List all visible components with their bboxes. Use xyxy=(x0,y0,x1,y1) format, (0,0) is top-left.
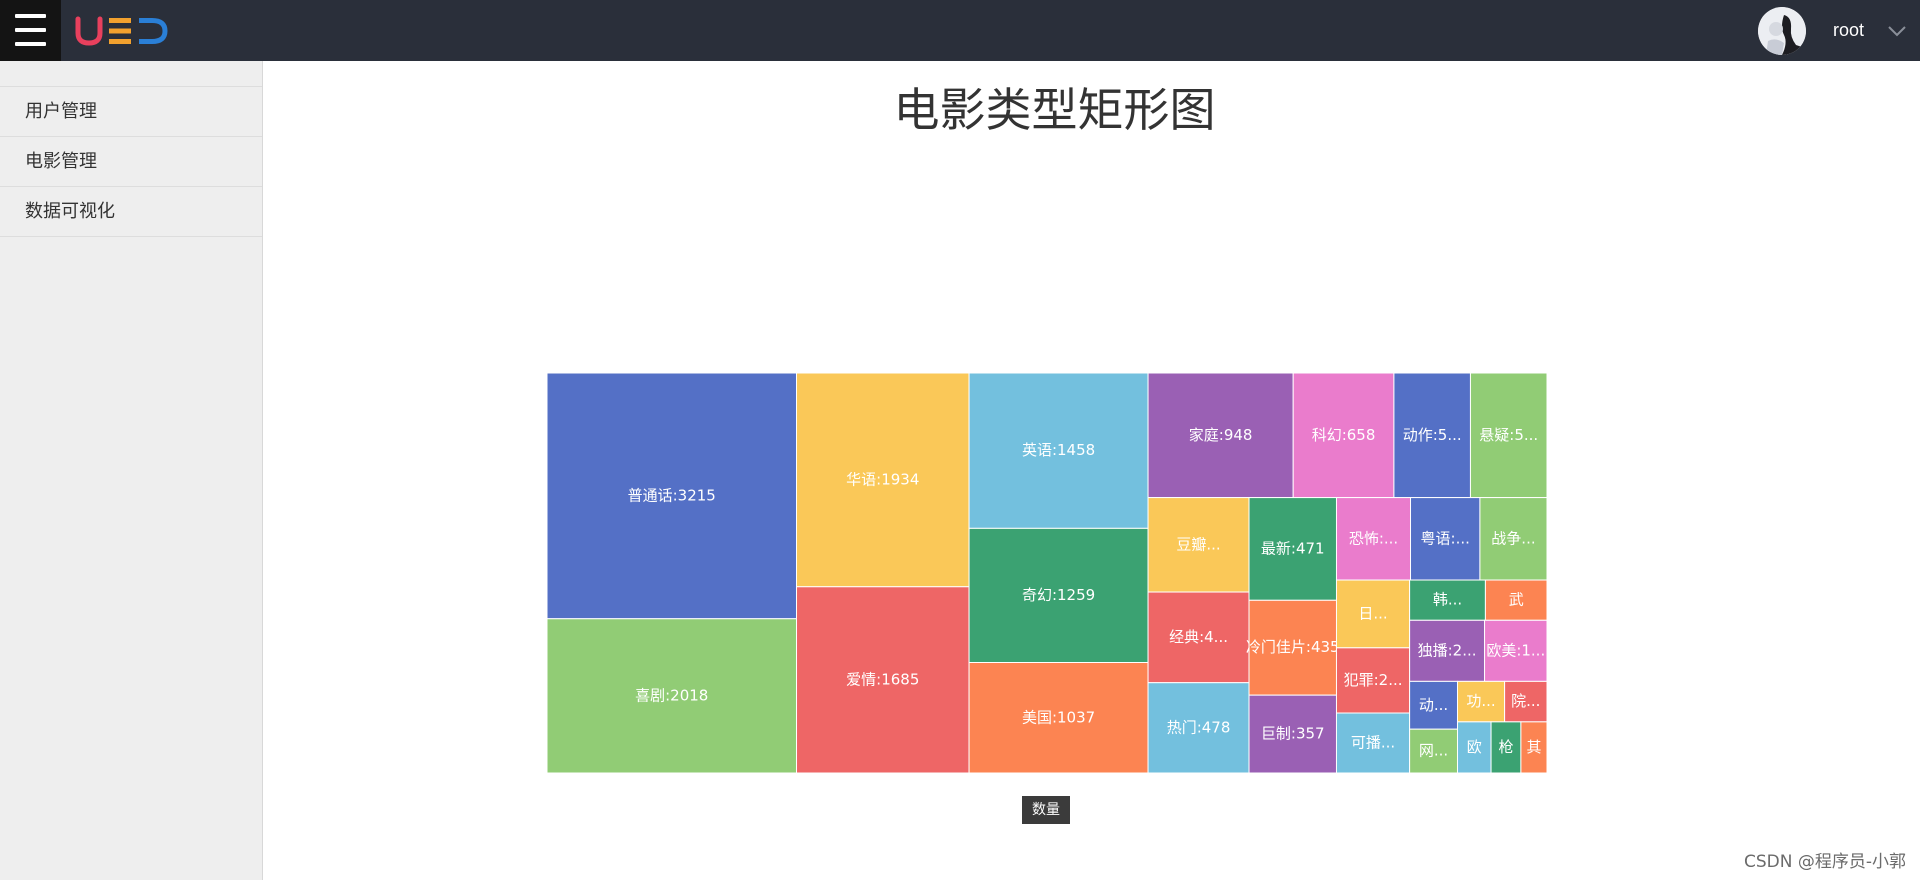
treemap-cell-20[interactable]: 战争... xyxy=(1479,497,1547,581)
treemap-cell-label: 韩... xyxy=(1433,591,1462,609)
treemap-cell-10[interactable]: 动作:5... xyxy=(1393,373,1471,499)
treemap-cell-12[interactable]: 豆瓣... xyxy=(1147,497,1250,593)
treemap-breadcrumb[interactable]: 数量 xyxy=(1022,796,1070,824)
treemap-cell-16[interactable]: 冷门佳片:435 xyxy=(1246,599,1340,696)
treemap-cell-label: 巨制:357 xyxy=(1261,725,1325,743)
treemap-cell-label: 犯罪:2... xyxy=(1344,671,1403,689)
ued-logo[interactable] xyxy=(75,16,170,46)
treemap-cell-label: 院... xyxy=(1511,692,1540,710)
treemap-cell-34[interactable]: 其 xyxy=(1520,721,1547,773)
chevron-down-icon[interactable] xyxy=(1888,25,1906,37)
top-header-bar: root xyxy=(0,0,1920,61)
treemap-cell-6[interactable]: 奇幻:1259 xyxy=(968,527,1149,664)
treemap-cell-24[interactable]: 韩... xyxy=(1409,579,1486,621)
treemap-cell-label: 武 xyxy=(1509,591,1524,609)
sidebar-menu: 用户管理 电影管理 数据可视化 xyxy=(0,86,262,237)
treemap-cell-label: 爱情:1685 xyxy=(846,670,919,688)
treemap-cell-28[interactable]: 动... xyxy=(1409,680,1458,730)
treemap-cell-17[interactable]: 巨制:357 xyxy=(1248,694,1337,773)
user-avatar[interactable] xyxy=(1758,7,1806,55)
treemap-cell-22[interactable]: 犯罪:2... xyxy=(1335,647,1411,714)
treemap-cell-label: 家庭:948 xyxy=(1189,426,1253,444)
treemap-cell-label: 动... xyxy=(1419,696,1448,714)
treemap-cell-label: 经典:4... xyxy=(1169,628,1228,646)
treemap-cell-30[interactable]: 功... xyxy=(1456,680,1506,723)
treemap-cell-9[interactable]: 科幻:658 xyxy=(1292,373,1395,499)
treemap-cell-4[interactable]: 爱情:1685 xyxy=(796,586,970,773)
treemap-cell-19[interactable]: 粤语:... xyxy=(1410,497,1481,581)
treemap-cell-label: 可播... xyxy=(1351,734,1395,752)
treemap-cell-label: 科幻:658 xyxy=(1312,426,1376,444)
treemap-cell-29[interactable]: 网... xyxy=(1409,728,1458,773)
treemap-cell-label: 欧美:1... xyxy=(1486,641,1545,659)
treemap-cell-label: 动作:5... xyxy=(1403,426,1462,444)
treemap-cell-18[interactable]: 恐怖:... xyxy=(1335,497,1412,581)
treemap-cell-31[interactable]: 院... xyxy=(1504,680,1547,723)
treemap-chart[interactable]: 普通话:3215 喜剧:2018 华语:1934 爱情:1685 英语:1458 奇幻:1… xyxy=(547,373,1547,773)
treemap-cell-8[interactable]: 家庭:948 xyxy=(1147,373,1294,499)
treemap-cell-label: 日... xyxy=(1358,604,1387,622)
hamburger-menu-icon[interactable] xyxy=(0,0,61,61)
treemap-cell-label: 英语:1458 xyxy=(1022,441,1095,459)
treemap-cell-13[interactable]: 经典:4... xyxy=(1147,591,1250,684)
treemap-cell-label: 战争... xyxy=(1491,529,1535,547)
treemap-cell-7[interactable]: 美国:1037 xyxy=(968,662,1149,773)
treemap-cell-label: 悬疑:5... xyxy=(1479,426,1538,444)
treemap-cell-label: 恐怖:... xyxy=(1349,529,1398,547)
treemap-cell-label: 美国:1037 xyxy=(1022,708,1095,726)
sidebar: 用户管理 电影管理 数据可视化 xyxy=(0,61,263,880)
treemap-cell-label: 独播:2... xyxy=(1418,641,1477,659)
treemap-cell-14[interactable]: 热门:478 xyxy=(1147,682,1250,773)
treemap-cell-15[interactable]: 最新:471 xyxy=(1248,497,1337,601)
treemap-cell-5[interactable]: 英语:1458 xyxy=(968,373,1149,529)
page-title: 电影类型矩形图 xyxy=(893,83,1216,137)
treemap-cell-3[interactable]: 华语:1934 xyxy=(796,373,970,588)
treemap-cell-label: 其 xyxy=(1526,738,1541,756)
treemap-cell-label: 冷门佳片:435 xyxy=(1246,638,1340,656)
treemap-cell-label: 最新:471 xyxy=(1261,539,1325,557)
treemap-cell-33[interactable]: 枪 xyxy=(1490,721,1522,773)
sidebar-item-data-visualization[interactable]: 数据可视化 xyxy=(0,187,262,237)
treemap-cell-32[interactable]: 欧 xyxy=(1456,721,1492,773)
treemap-cell-27[interactable]: 欧美:1... xyxy=(1484,619,1547,682)
treemap-cell-label: 华语:1934 xyxy=(846,470,919,488)
csdn-watermark: CSDN @程序员-小郭 xyxy=(1743,852,1906,872)
treemap-cell-label: 奇幻:1259 xyxy=(1022,586,1095,604)
treemap-cell-label: 豆瓣... xyxy=(1176,535,1220,553)
treemap-cell-label: 喜剧:2018 xyxy=(635,686,708,704)
treemap-cell-label: 普通话:3215 xyxy=(628,486,716,504)
treemap-cell-11[interactable]: 悬疑:5... xyxy=(1469,373,1547,499)
treemap-cell-26[interactable]: 独播:2... xyxy=(1409,619,1486,682)
username-label[interactable]: root xyxy=(1833,20,1864,41)
treemap-cell-25[interactable]: 武 xyxy=(1484,579,1547,621)
treemap-cell-label: 粤语:... xyxy=(1421,529,1470,547)
sidebar-item-movie-management[interactable]: 电影管理 xyxy=(0,137,262,187)
treemap-cell-1[interactable]: 普通话:3215 xyxy=(547,373,798,620)
treemap-cell-label: 枪 xyxy=(1498,738,1513,756)
treemap-cell-2[interactable]: 喜剧:2018 xyxy=(547,618,798,773)
treemap-cell-label: 热门:478 xyxy=(1167,718,1231,736)
treemap-cell-23[interactable]: 可播... xyxy=(1335,712,1411,773)
treemap-cell-label: 欧 xyxy=(1467,738,1482,756)
treemap-cell-label: 网... xyxy=(1419,742,1448,760)
treemap-cell-21[interactable]: 日... xyxy=(1335,579,1411,649)
sidebar-item-user-management[interactable]: 用户管理 xyxy=(0,87,262,137)
treemap-cell-label: 功... xyxy=(1466,692,1495,710)
